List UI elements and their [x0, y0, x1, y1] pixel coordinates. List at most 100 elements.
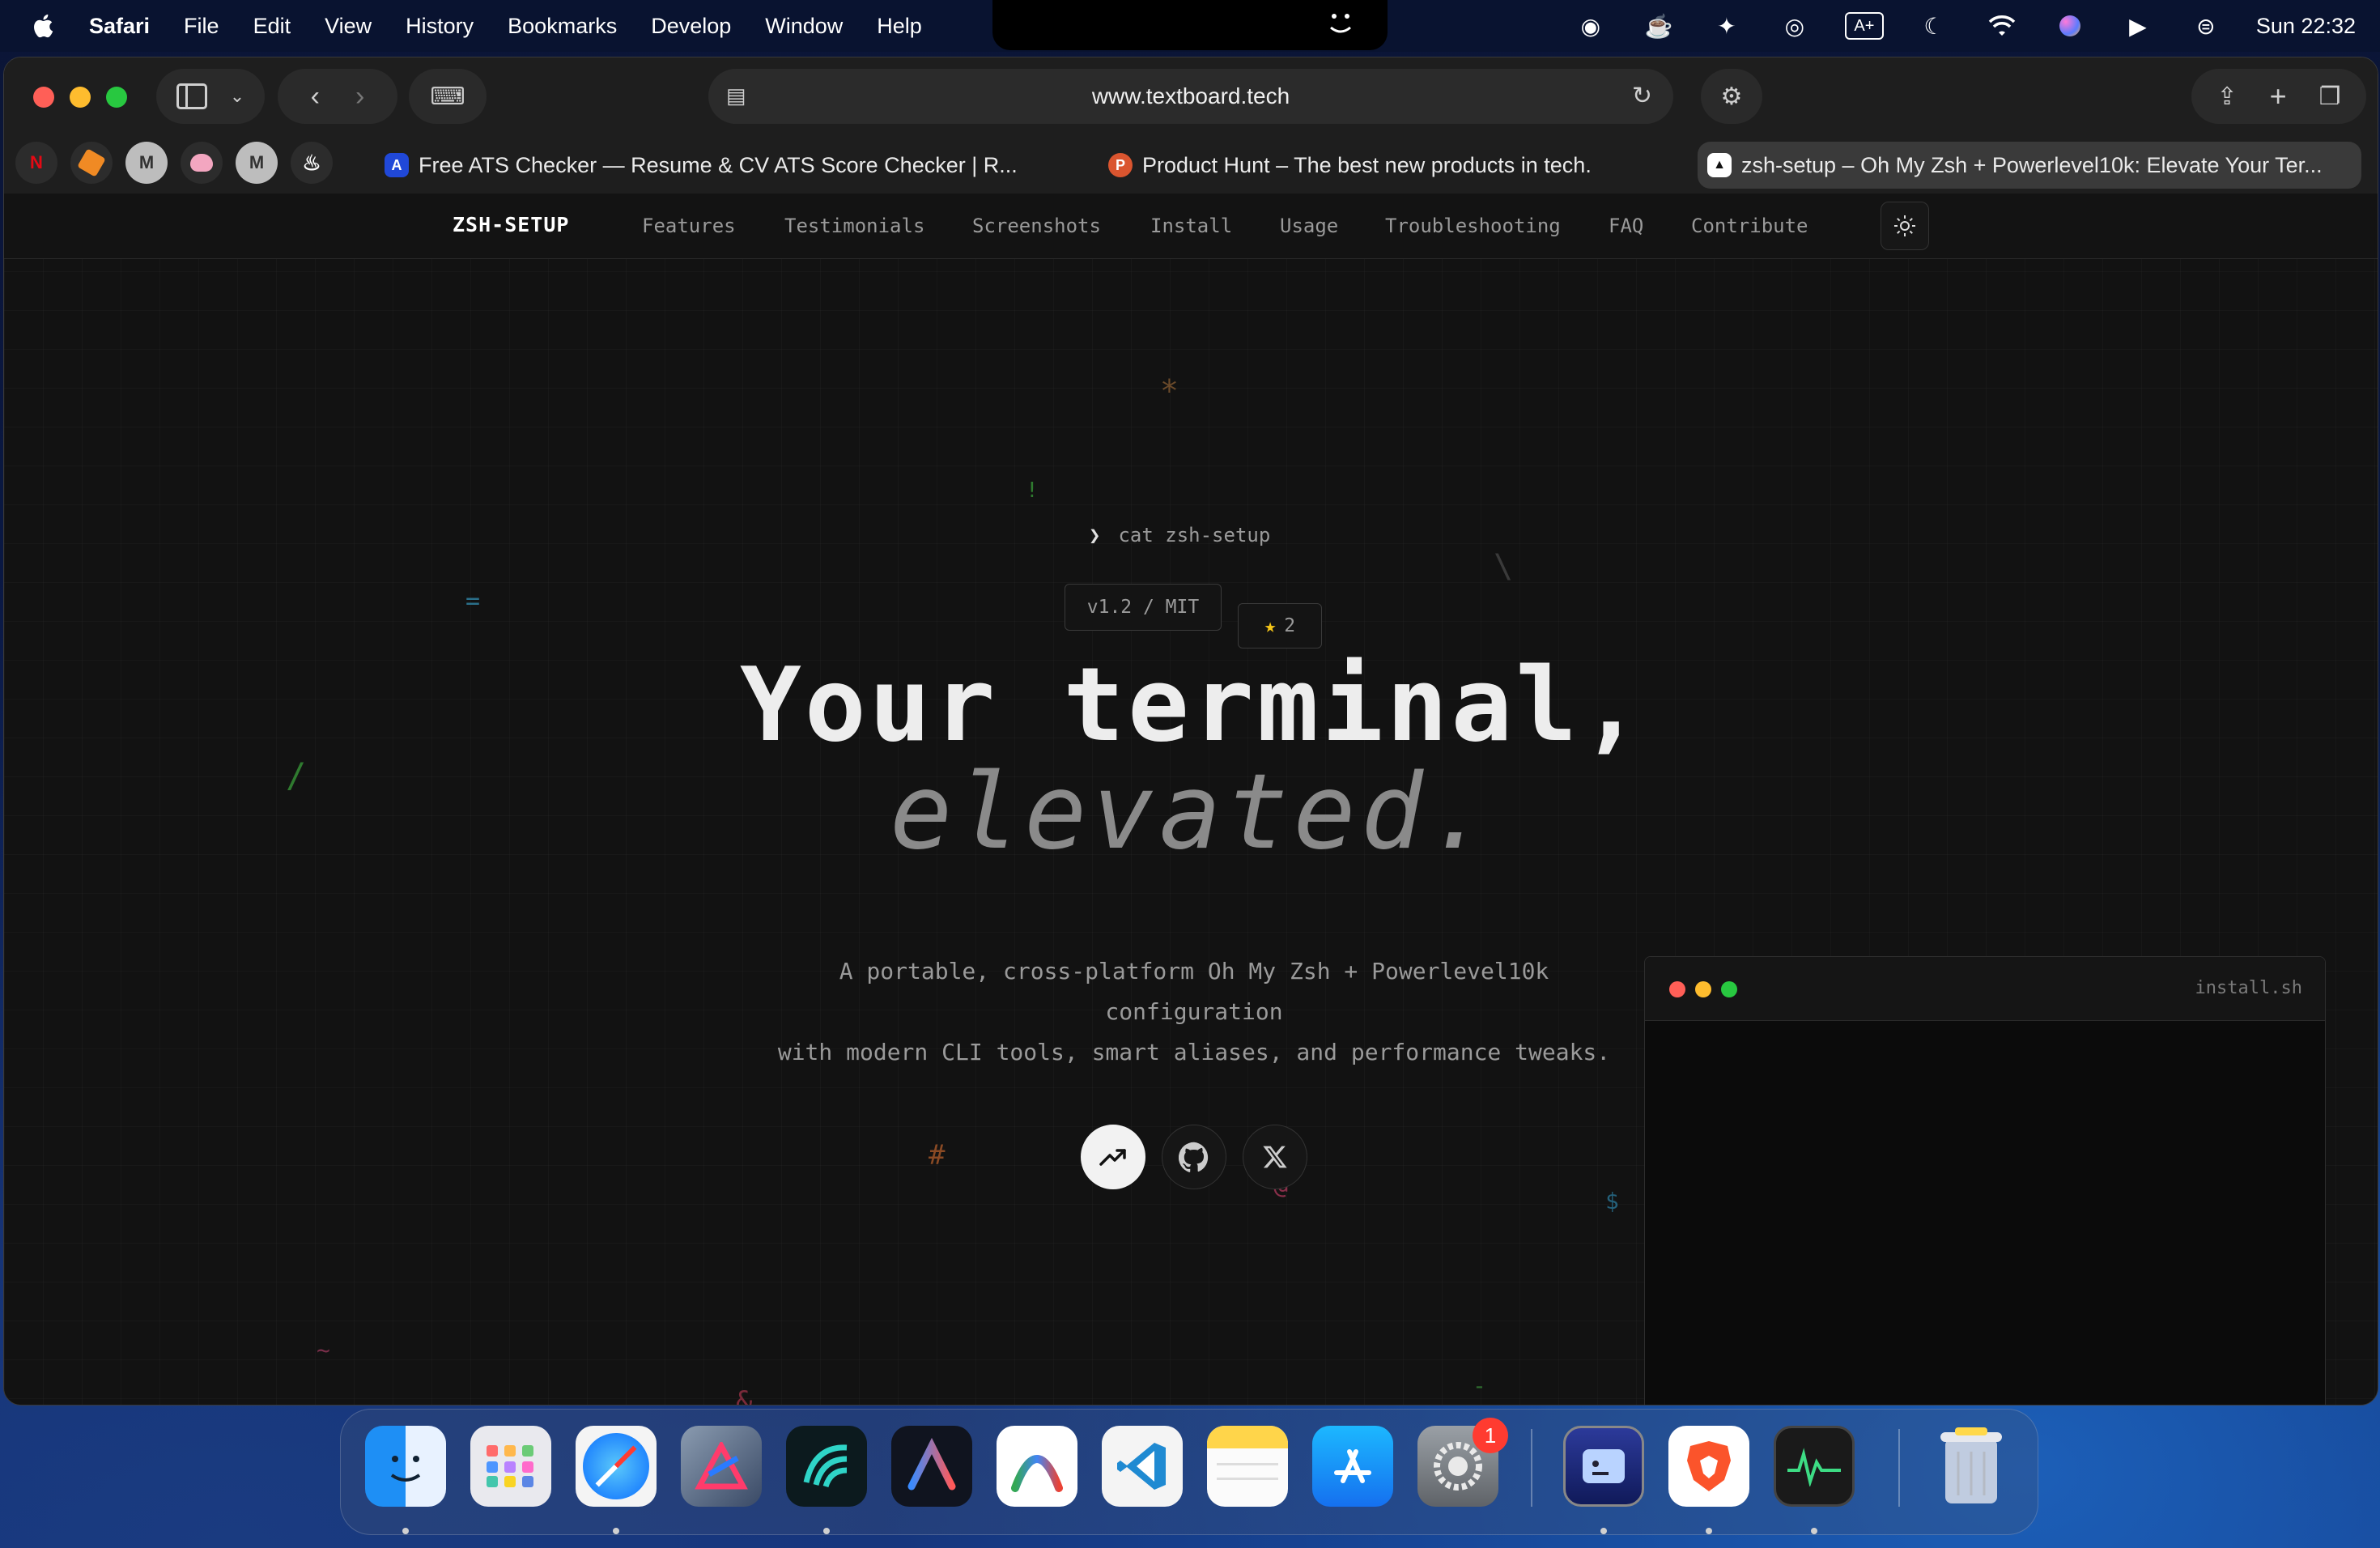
focus-moon-icon[interactable]: ☾	[1916, 8, 1952, 44]
terminal-green-dot	[1721, 981, 1737, 997]
terminal-header: install.sh	[1645, 957, 2325, 1021]
dock-vscode-icon[interactable]	[1102, 1426, 1183, 1507]
dock-launchpad-icon[interactable]	[470, 1426, 551, 1507]
pinned-tab-cube[interactable]	[70, 142, 113, 184]
github-button[interactable]	[1162, 1125, 1226, 1189]
dock-safari-icon[interactable]	[576, 1426, 657, 1507]
site-brand[interactable]: ZSH-SETUP	[453, 213, 569, 236]
edit-bookmarks-button[interactable]: ⌨	[409, 69, 487, 124]
shazam-icon[interactable]: ◎	[1777, 8, 1813, 44]
dock-app-store-icon[interactable]	[1312, 1426, 1393, 1507]
nav-install[interactable]: Install	[1150, 215, 1232, 237]
menu-history[interactable]: History	[406, 14, 474, 39]
close-window-button[interactable]	[33, 87, 54, 108]
forward-arrow-icon[interactable]: ›	[355, 81, 364, 113]
menu-app-name[interactable]: Safari	[89, 14, 150, 39]
tab-product-hunt[interactable]: P Product Hunt – The best new products i…	[1108, 142, 1707, 189]
menu-help[interactable]: Help	[877, 14, 922, 39]
sidebar-toggle-button[interactable]: ⌄	[156, 69, 265, 124]
dock-activity-monitor-icon[interactable]	[1774, 1426, 1855, 1507]
minimize-window-button[interactable]	[70, 87, 91, 108]
floating-dash: -	[1473, 1372, 1486, 1399]
dock-terminal-icon[interactable]	[1563, 1426, 1644, 1507]
dock-running-dot	[1600, 1528, 1607, 1534]
menu-develop[interactable]: Develop	[651, 14, 731, 39]
install-terminal-window: install.sh	[1644, 956, 2326, 1405]
text-size-icon[interactable]: A+	[1844, 12, 1884, 40]
tab-ats-checker[interactable]: A Free ATS Checker — Resume & CV ATS Sco…	[385, 142, 1016, 189]
status-area: ◉ ☕ ✦ ◎ A+ ☾ ▶ ⊜ Sun 22:32	[1541, 0, 2356, 52]
floating-tilde: ~	[317, 1337, 330, 1363]
browser-toolbar: ⌄ ‹ › ⌨ ▤ www.textboard.tech ↻ ⚙ ⇪ + ❐	[4, 57, 2378, 135]
nav-features[interactable]: Features	[642, 215, 736, 237]
github-stars-badge[interactable]: ★ 2	[1238, 603, 1322, 649]
menu-edit[interactable]: Edit	[253, 14, 291, 39]
address-bar[interactable]: ▤ www.textboard.tech ↻	[708, 69, 1673, 124]
nav-screenshots[interactable]: Screenshots	[972, 215, 1101, 237]
x-twitter-button[interactable]	[1243, 1125, 1307, 1189]
back-arrow-icon[interactable]: ‹	[311, 81, 320, 113]
hero-subtitle: A portable, cross-platform Oh My Zsh + P…	[733, 951, 1655, 1073]
site-navbar: ZSH-SETUP Features Testimonials Screensh…	[4, 194, 2378, 259]
tab-overview-icon[interactable]: ❐	[2319, 83, 2341, 111]
hero-headline-accent: elevated.	[890, 752, 1495, 873]
nav-contribute[interactable]: Contribute	[1691, 215, 1808, 237]
extensions-settings-button[interactable]: ⚙	[1701, 69, 1762, 124]
page-menu-icon[interactable]: ▤	[726, 83, 746, 108]
tab-title: Product Hunt – The best new products in …	[1142, 152, 1592, 177]
dock-brave-icon[interactable]	[1668, 1426, 1749, 1507]
wifi-icon[interactable]	[1984, 8, 2020, 44]
dock-notes-icon[interactable]	[1207, 1426, 1288, 1507]
chevron-down-icon: ⌄	[229, 86, 245, 106]
tab-zsh-setup[interactable]: ▲ zsh-setup – Oh My Zsh + Powerlevel10k:…	[1698, 142, 2361, 189]
dock-warp-icon[interactable]	[786, 1426, 867, 1507]
zoom-window-button[interactable]	[106, 87, 127, 108]
nav-usage[interactable]: Usage	[1280, 215, 1338, 237]
menu-file[interactable]: File	[184, 14, 219, 39]
dock-running-dot	[402, 1528, 409, 1534]
subtitle-line-3: with modern CLI tools, smart aliases, an…	[777, 1039, 1611, 1065]
pinned-tab-m2[interactable]: M	[236, 142, 278, 184]
coffee-icon[interactable]: ☕	[1641, 8, 1677, 44]
nav-testimonials[interactable]: Testimonials	[784, 215, 924, 237]
x-logo-icon	[1263, 1146, 1287, 1168]
floating-equals: =	[465, 587, 481, 615]
brain-icon	[190, 154, 213, 172]
reload-icon[interactable]: ↻	[1632, 82, 1652, 110]
control-center-icon[interactable]: ⊜	[2188, 8, 2224, 44]
dock-trash-icon[interactable]	[1931, 1426, 2012, 1507]
terminal-title: install.sh	[2195, 978, 2302, 998]
theme-toggle-button[interactable]	[1881, 202, 1929, 250]
keyboard-pen-icon: ⌨	[430, 83, 465, 110]
dock-running-dot	[613, 1528, 619, 1534]
pinned-tab-flame[interactable]: ♨	[291, 142, 333, 184]
dock-finder-icon[interactable]	[365, 1426, 446, 1507]
menu-bookmarks[interactable]: Bookmarks	[508, 14, 617, 39]
dock-affinity-icon[interactable]	[681, 1426, 762, 1507]
product-hunt-button[interactable]	[1081, 1125, 1145, 1189]
pinned-tab-netflix[interactable]: N	[15, 142, 57, 184]
window-actions-group: ⇪ + ❐	[2191, 69, 2366, 124]
notch-smiley-icon	[1323, 5, 1358, 48]
pinned-tab-m1[interactable]: M	[125, 142, 168, 184]
apple-logo-icon[interactable]	[31, 12, 58, 40]
nav-troubleshooting[interactable]: Troubleshooting	[1385, 215, 1561, 237]
nav-faq[interactable]: FAQ	[1609, 215, 1643, 237]
record-icon[interactable]: ◉	[1573, 8, 1609, 44]
dock-antigravity-icon[interactable]	[997, 1426, 1077, 1507]
menu-clock[interactable]: Sun 22:32	[2256, 14, 2356, 39]
sparkle-icon[interactable]: ✦	[1709, 8, 1745, 44]
dock-arc-icon[interactable]	[891, 1426, 972, 1507]
back-forward-group: ‹ ›	[278, 69, 397, 124]
trending-up-icon	[1099, 1149, 1126, 1166]
dock-system-settings-icon[interactable]: 1	[1417, 1418, 1508, 1507]
stars-count: 2	[1284, 615, 1296, 636]
new-tab-plus-icon[interactable]: +	[2270, 79, 2287, 113]
siri-icon[interactable]	[2052, 8, 2088, 44]
prompt-command: cat zsh-setup	[1118, 524, 1271, 546]
share-icon[interactable]: ⇪	[2216, 83, 2237, 111]
play-circle-icon[interactable]: ▶	[2120, 8, 2156, 44]
menu-view[interactable]: View	[325, 14, 372, 39]
menu-window[interactable]: Window	[765, 14, 843, 39]
pinned-tab-brain[interactable]	[181, 142, 223, 184]
